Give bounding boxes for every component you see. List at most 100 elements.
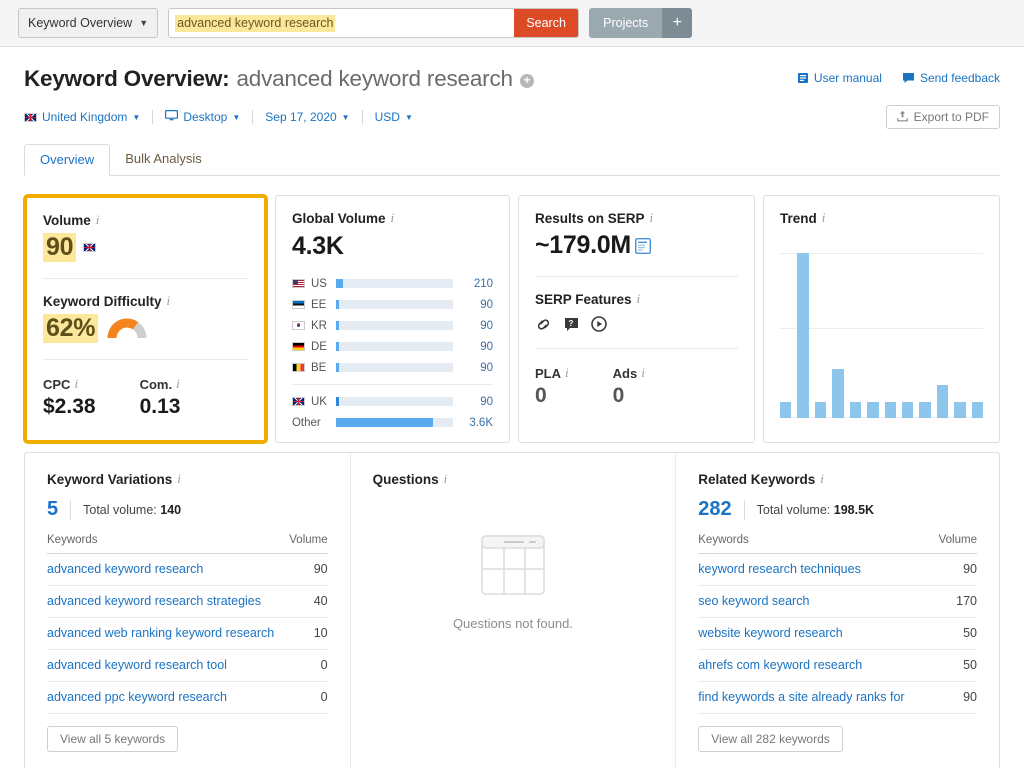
serp-report-icon[interactable] [634, 237, 651, 259]
info-icon[interactable]: i [565, 365, 569, 381]
list-item: Other 3.6K [292, 412, 493, 433]
export-to-pdf-button[interactable]: Export to PDF [885, 105, 1000, 129]
table-row[interactable]: seo keyword search 170 [698, 585, 977, 618]
country-filter[interactable]: United Kingdom ▼ [24, 110, 152, 124]
column-volume: Volume [930, 534, 977, 554]
chevron-down-icon: ▼ [341, 112, 350, 122]
info-icon[interactable]: i [177, 471, 181, 487]
table-row[interactable]: website keyword research 50 [698, 617, 977, 650]
device-filter-label: Desktop [183, 110, 228, 124]
info-icon[interactable]: i [391, 210, 395, 226]
kpi-card-row: Volume i 90 Keyword Difficulty i 62% CPC… [24, 195, 1000, 443]
add-project-button[interactable]: + [662, 8, 693, 38]
device-filter[interactable]: Desktop ▼ [153, 110, 252, 124]
link-icon[interactable] [535, 317, 552, 332]
report-type-select[interactable]: Keyword Overview ▼ [18, 8, 159, 38]
video-icon[interactable] [591, 316, 607, 332]
info-icon[interactable]: i [176, 376, 180, 392]
book-icon [797, 72, 809, 84]
country-code: KR [310, 319, 327, 332]
info-icon[interactable]: i [444, 471, 448, 487]
currency-filter[interactable]: USD ▼ [363, 110, 425, 124]
volume-label: Volume [43, 212, 91, 228]
info-icon[interactable]: i [96, 212, 100, 228]
keyword-cell[interactable]: advanced keyword research [47, 553, 282, 586]
competition-metric: Com. i 0.13 [140, 376, 181, 419]
cpc-metric: CPC i $2.38 [43, 376, 96, 419]
list-item[interactable]: US 210 [291, 273, 493, 294]
related-keywords-summary: 282 Total volume: 198.5K [698, 498, 977, 521]
country-cell: EE [291, 298, 336, 311]
table-row[interactable]: advanced keyword research 90 [47, 553, 328, 586]
country-cell: US [291, 278, 336, 290]
table-row[interactable]: advanced web ranking keyword research 10 [47, 617, 328, 650]
table-row[interactable]: advanced keyword research tool 0 [47, 649, 328, 682]
cpc-label: CPC [43, 376, 71, 392]
country-cell: UK [291, 395, 336, 408]
user-manual-link[interactable]: User manual [797, 71, 882, 85]
search-button[interactable]: Search [514, 9, 579, 37]
search-input[interactable]: advanced keyword research [169, 9, 515, 37]
keyword-cell[interactable]: advanced ppc keyword research [47, 681, 282, 714]
list-item[interactable]: EE 90 [291, 294, 493, 315]
projects-button-group[interactable]: Projects + [589, 8, 693, 38]
country-code: EE [310, 298, 327, 311]
keyword-cell[interactable]: keyword research techniques [698, 553, 931, 586]
info-icon[interactable]: i [820, 471, 824, 487]
page-title: Keyword Overview: advanced keyword resea… [24, 66, 534, 92]
keyword-cell[interactable]: advanced keyword research strategies [47, 585, 282, 618]
empty-table-icon [481, 535, 545, 600]
other-label: Other [291, 416, 321, 429]
date-filter[interactable]: Sep 17, 2020 ▼ [253, 110, 361, 124]
list-item[interactable]: DE 90 [291, 336, 493, 357]
header-help-links: User manual Send feedback [797, 66, 1000, 85]
country-cell: KR [291, 319, 336, 332]
table-row[interactable]: ahrefs com keyword research 50 [698, 649, 977, 682]
keyword-cell[interactable]: ahrefs com keyword research [698, 649, 931, 682]
view-all-related-button[interactable]: View all 282 keywords [698, 726, 843, 752]
projects-button[interactable]: Projects [589, 8, 663, 38]
info-icon[interactable]: i [637, 291, 641, 307]
tab-bulk-analysis[interactable]: Bulk Analysis [110, 144, 217, 176]
list-item[interactable]: BE 90 [291, 357, 493, 378]
info-icon[interactable]: i [822, 210, 826, 226]
filter-bar: United Kingdom ▼ Desktop ▼ Sep 17, 2020 … [24, 105, 1000, 129]
chart-bar [936, 385, 949, 418]
info-icon[interactable]: i [74, 376, 78, 392]
view-all-variations-button[interactable]: View all 5 keywords [47, 726, 179, 752]
faq-icon[interactable]: ? [564, 317, 579, 332]
add-keyword-icon[interactable]: + [519, 74, 534, 88]
us-flag-icon [291, 279, 305, 288]
search-input-value: advanced keyword research [175, 14, 336, 32]
table-row[interactable]: keyword research techniques 90 [698, 553, 977, 586]
table-row[interactable]: find keywords a site already ranks for 90 [698, 681, 977, 714]
info-icon[interactable]: i [641, 365, 645, 381]
volume-cell: 50 [930, 617, 977, 650]
keyword-cell[interactable]: seo keyword search [698, 585, 931, 618]
column-keywords: Keywords [47, 534, 282, 554]
tab-overview[interactable]: Overview [24, 144, 111, 176]
keyword-cell[interactable]: find keywords a site already ranks for [698, 681, 931, 714]
list-item[interactable]: UK 90 [291, 391, 493, 412]
user-manual-label: User manual [813, 71, 882, 85]
questions-empty-state: Questions not found. [373, 535, 654, 631]
table-row[interactable]: advanced keyword research strategies 40 [47, 585, 328, 618]
volume-cell: 90 [281, 553, 328, 586]
divider [535, 348, 738, 349]
volume-bar [335, 397, 453, 406]
keyword-cell[interactable]: advanced keyword research tool [47, 649, 282, 682]
questions-label: Questions [372, 471, 439, 487]
keyword-cell[interactable]: website keyword research [698, 617, 931, 650]
chart-bar [919, 401, 931, 418]
uk-flag-icon [83, 243, 97, 252]
keyword-cell[interactable]: advanced web ranking keyword research [47, 617, 282, 650]
keyword-variations-title: Keyword Variations i [47, 471, 328, 487]
serp-features-icon-list: ? [535, 316, 738, 332]
info-icon[interactable]: i [167, 293, 171, 309]
list-item[interactable]: KR 90 [291, 315, 493, 336]
country-code: UK [310, 395, 327, 408]
chart-bar [954, 401, 966, 418]
info-icon[interactable]: i [650, 210, 654, 226]
send-feedback-link[interactable]: Send feedback [902, 71, 1000, 85]
table-row[interactable]: advanced ppc keyword research 0 [47, 681, 328, 714]
